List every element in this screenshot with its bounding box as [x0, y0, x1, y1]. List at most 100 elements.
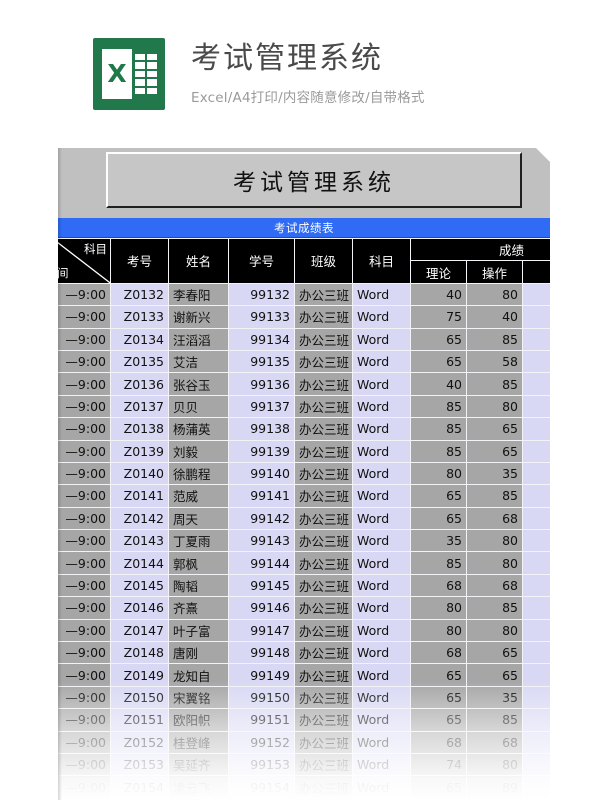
cell-theory[interactable]: 40: [410, 282, 467, 307]
cell-theory[interactable]: 68: [410, 641, 467, 665]
cell-name[interactable]: 刘毅: [168, 439, 229, 463]
cell-student-id[interactable]: 99135: [228, 349, 295, 374]
cell-time[interactable]: —9:00: [58, 641, 111, 665]
cell-total[interactable]: 71: [521, 372, 550, 396]
cell-class[interactable]: 办公三班: [294, 663, 353, 687]
cell-operation[interactable]: 68: [466, 573, 523, 598]
cell-student-id[interactable]: 99154: [228, 775, 295, 799]
cell-name[interactable]: 郭枫: [168, 551, 229, 575]
cell-class[interactable]: 办公三班: [294, 529, 353, 553]
cell-subject[interactable]: Word: [352, 461, 411, 486]
cell-name[interactable]: 徐鹏程: [168, 461, 229, 486]
cell-student-id[interactable]: 99146: [228, 596, 295, 620]
cell-time[interactable]: —9:00: [58, 394, 111, 419]
cell-time[interactable]: —9:00: [58, 775, 111, 799]
cell-time[interactable]: —9:00: [58, 417, 111, 441]
cell-name[interactable]: 叶子富: [168, 618, 229, 643]
cell-exam-no[interactable]: Z0134: [110, 327, 169, 351]
cell-exam-no[interactable]: Z0144: [110, 551, 169, 575]
cell-operation[interactable]: 35: [466, 685, 523, 710]
cell-class[interactable]: 办公三班: [294, 596, 353, 620]
cell-time[interactable]: —9:00: [58, 708, 111, 732]
cell-student-id[interactable]: 99143: [228, 529, 295, 553]
cell-total[interactable]: 67: [521, 506, 550, 531]
cell-total[interactable]: 7: [521, 439, 550, 463]
cell-exam-no[interactable]: Z0140: [110, 461, 169, 486]
cell-time[interactable]: —9:00: [58, 372, 111, 396]
cell-operation[interactable]: 85: [466, 596, 523, 620]
cell-total[interactable]: 6: [521, 663, 550, 687]
cell-student-id[interactable]: 99136: [228, 372, 295, 396]
cell-class[interactable]: 办公三班: [294, 282, 353, 307]
cell-time[interactable]: —9:00: [58, 596, 111, 620]
cell-subject[interactable]: Word: [352, 349, 411, 374]
cell-theory[interactable]: 80: [410, 461, 467, 486]
table-row[interactable]: —9:00Z0143丁夏雨99143办公三班Word358066: [58, 529, 550, 553]
cell-name[interactable]: 范威: [168, 484, 229, 508]
cell-subject[interactable]: Word: [352, 439, 411, 463]
cell-class[interactable]: 办公三班: [294, 327, 353, 351]
cell-time[interactable]: —9:00: [58, 282, 111, 307]
cell-subject[interactable]: Word: [352, 618, 411, 643]
cell-exam-no[interactable]: Z0151: [110, 708, 169, 732]
cell-name[interactable]: 谢新兴: [168, 305, 229, 329]
cell-class[interactable]: 办公三班: [294, 708, 353, 732]
cell-total[interactable]: 8: [521, 618, 550, 643]
cell-subject[interactable]: Word: [352, 596, 411, 620]
table-row[interactable]: —9:00Z0152桂登峰99152办公三班Word68686: [58, 730, 550, 754]
cell-name[interactable]: 丁夏雨: [168, 529, 229, 553]
cell-class[interactable]: 办公三班: [294, 775, 353, 799]
cell-time[interactable]: —9:00: [58, 752, 111, 777]
cell-class[interactable]: 办公三班: [294, 372, 353, 396]
cell-student-id[interactable]: 99148: [228, 641, 295, 665]
table-row[interactable]: —9:00Z0145陶韬99145办公三班Word68686: [58, 573, 550, 598]
cell-time[interactable]: —9:00: [58, 573, 111, 598]
cell-theory[interactable]: 85: [410, 417, 467, 441]
cell-class[interactable]: 办公三班: [294, 349, 353, 374]
cell-class[interactable]: 办公三班: [294, 618, 353, 643]
cell-exam-no[interactable]: Z0139: [110, 439, 169, 463]
cell-name[interactable]: 艾洁: [168, 349, 229, 374]
table-row[interactable]: —9:00Z0139刘毅99139办公三班Word85657: [58, 439, 550, 463]
cell-operation[interactable]: 68: [466, 506, 523, 531]
cell-time[interactable]: —9:00: [58, 685, 111, 710]
cell-time[interactable]: —9:00: [58, 349, 111, 374]
cell-subject[interactable]: Word: [352, 730, 411, 754]
cell-theory[interactable]: 80: [410, 596, 467, 620]
cell-name[interactable]: 桂登峰: [168, 730, 229, 754]
cell-exam-no[interactable]: Z0133: [110, 305, 169, 329]
cell-name[interactable]: 张谷玉: [168, 372, 229, 396]
cell-student-id[interactable]: 99150: [228, 685, 295, 710]
cell-theory[interactable]: 85: [410, 394, 467, 419]
cell-total[interactable]: 66: [521, 529, 550, 553]
cell-subject[interactable]: Word: [352, 305, 411, 329]
table-row[interactable]: —9:00Z0153吴延齐99153办公三班Word748078: [58, 752, 550, 777]
cell-time[interactable]: —9:00: [58, 439, 111, 463]
cell-total[interactable]: 7: [521, 708, 550, 732]
cell-name[interactable]: 陶韬: [168, 573, 229, 598]
cell-exam-no[interactable]: Z0132: [110, 282, 169, 307]
table-row[interactable]: —9:00Z0135艾洁99135办公三班Word655860: [58, 349, 550, 374]
cell-operation[interactable]: 65: [466, 641, 523, 665]
cell-student-id[interactable]: 99139: [228, 439, 295, 463]
cell-subject[interactable]: Word: [352, 551, 411, 575]
spreadsheet-preview[interactable]: 考试管理系统 考试成绩表 科目 间 考号 姓名 学号 班级 科目 成绩 理论 操…: [58, 148, 550, 800]
cell-operation[interactable]: 80: [466, 529, 523, 553]
table-row[interactable]: —9:00Z0148唐刚99148办公三班Word686565: [58, 641, 550, 665]
cell-exam-no[interactable]: Z0152: [110, 730, 169, 754]
cell-total[interactable]: 65: [521, 641, 550, 665]
cell-name[interactable]: 吴延齐: [168, 752, 229, 777]
cell-student-id[interactable]: 99132: [228, 282, 295, 307]
table-row[interactable]: —9:00Z0146齐熹99146办公三班Word808583: [58, 596, 550, 620]
cell-exam-no[interactable]: Z0150: [110, 685, 169, 710]
cell-operation[interactable]: 40: [466, 305, 523, 329]
cell-operation[interactable]: 65: [466, 663, 523, 687]
cell-theory[interactable]: 65: [410, 506, 467, 531]
table-row[interactable]: —9:00Z0149龙知自99149办公三班Word65656: [58, 663, 550, 687]
cell-class[interactable]: 办公三班: [294, 730, 353, 754]
cell-class[interactable]: 办公三班: [294, 573, 353, 598]
cell-total[interactable]: 81: [521, 551, 550, 575]
cell-subject[interactable]: Word: [352, 752, 411, 777]
table-row[interactable]: —9:00Z0140徐鹏程99140办公三班Word803548: [58, 461, 550, 486]
cell-operation[interactable]: 35: [466, 461, 523, 486]
